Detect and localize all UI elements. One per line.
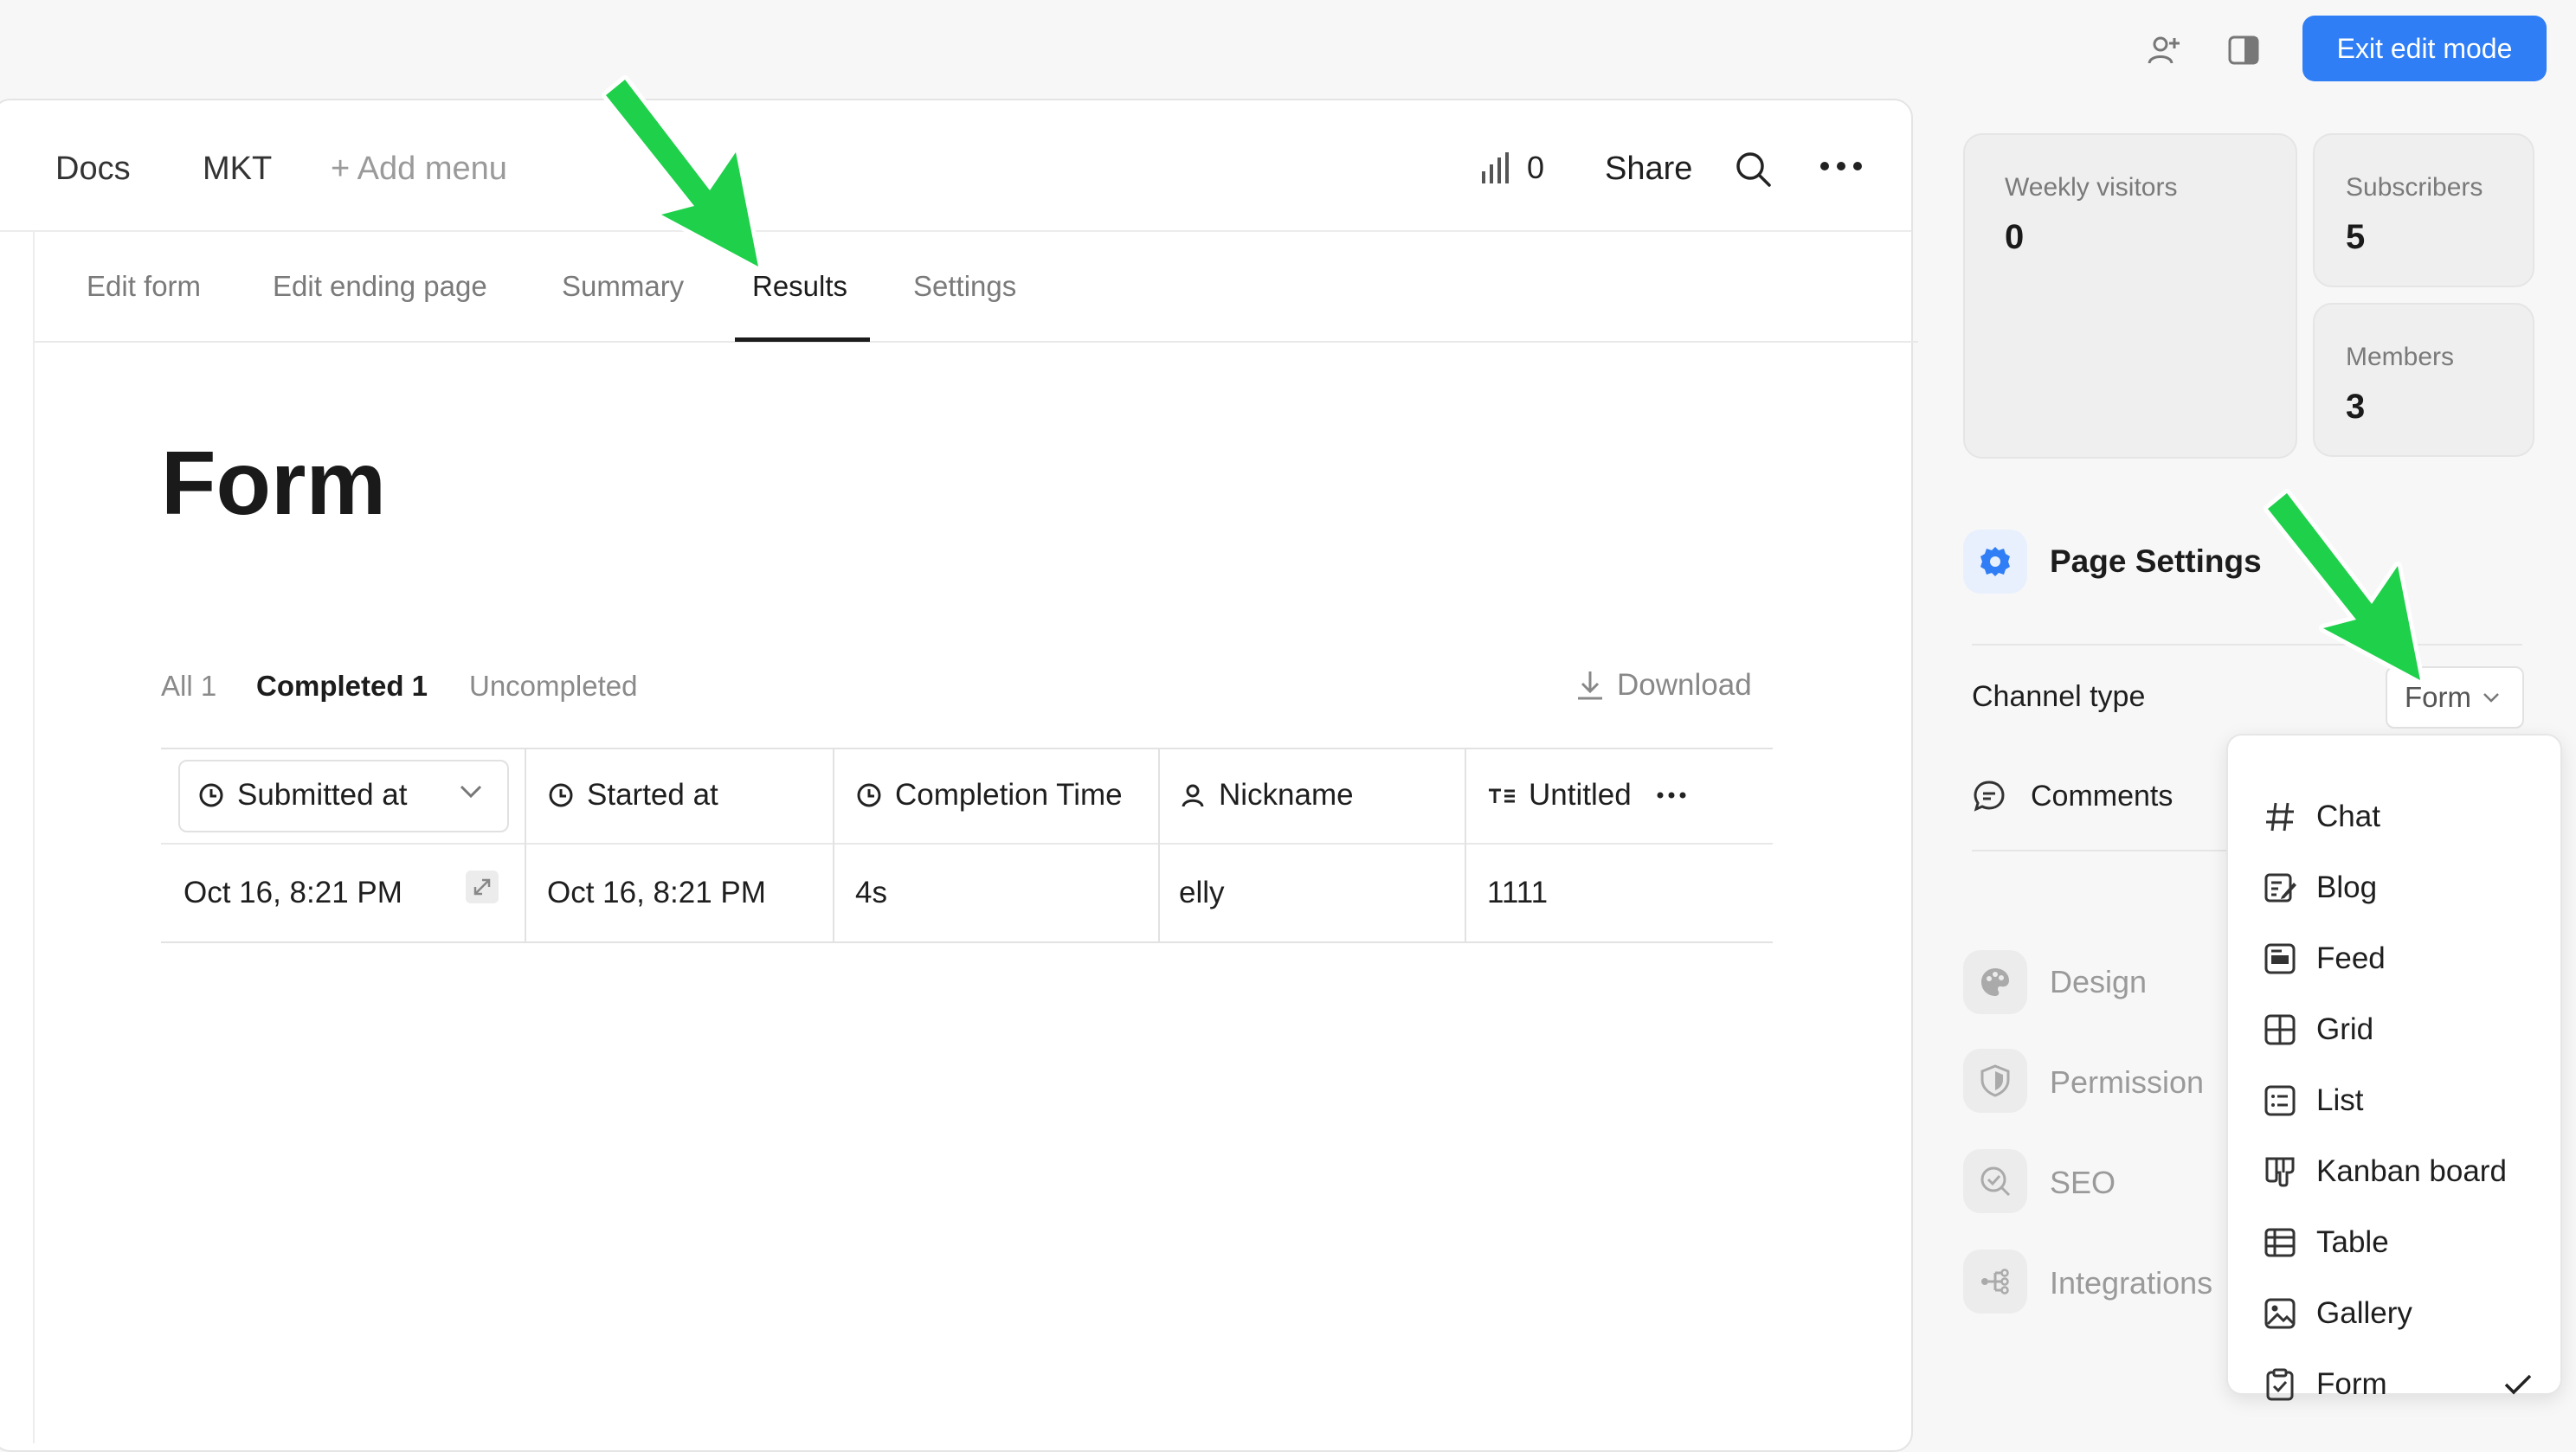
search-check-icon	[1980, 1166, 2011, 1197]
column-header-untitled[interactable]: Untitled	[1487, 748, 1632, 843]
content-divider	[33, 232, 35, 1443]
column-header-submitted-at[interactable]: Submitted at	[197, 748, 408, 843]
seo-icon-box[interactable]	[1963, 1149, 2027, 1213]
channel-type-label: Channel type	[1972, 680, 2146, 713]
feed-icon	[2264, 943, 2296, 974]
sidebar-item-design[interactable]: Design	[2050, 964, 2147, 1000]
search-button[interactable]	[1733, 149, 1773, 189]
expand-row-icon[interactable]	[466, 871, 499, 903]
bar-chart-icon	[1482, 152, 1509, 183]
annotation-arrow-channel-type	[2264, 489, 2425, 682]
views-count: 0	[1527, 150, 1545, 185]
image-icon	[2264, 1298, 2296, 1329]
page-settings-icon-box	[1963, 530, 2027, 594]
clock-icon	[857, 783, 881, 807]
views-counter[interactable]: 0	[1478, 149, 1544, 187]
annotation-arrow-results	[602, 75, 763, 268]
weekly-visitors-card: Weekly visitors 0	[1963, 133, 2297, 459]
tab-edit-form[interactable]: Edit form	[87, 270, 201, 303]
nav-item-mkt[interactable]: MKT	[203, 151, 272, 188]
comments-label: Comments	[2031, 779, 2174, 813]
column-more-icon[interactable]	[1657, 791, 1686, 800]
exit-edit-mode-button[interactable]: Exit edit mode	[2302, 16, 2547, 81]
subscribers-card: Subscribers 5	[2313, 133, 2534, 287]
blog-icon	[2264, 873, 2296, 903]
sidebar-item-integrations[interactable]: Integrations	[2050, 1265, 2212, 1301]
page-header: Docs MKT + Add menu 0 Share	[0, 100, 1911, 232]
sidebar-toggle-icon	[2228, 35, 2259, 65]
download-icon	[1578, 671, 1602, 700]
form-tabs: Edit form Edit ending page Summary Resul…	[35, 232, 1918, 343]
channel-type-option-table[interactable]: Table	[2228, 1208, 2560, 1277]
shield-icon	[1980, 1064, 2010, 1097]
design-icon-box[interactable]	[1963, 950, 2027, 1014]
add-menu-button[interactable]: + Add menu	[331, 151, 507, 188]
comments-row[interactable]: Comments	[1972, 779, 2173, 813]
channel-type-option-grid[interactable]: Grid	[2228, 995, 2560, 1064]
palette-icon	[1981, 968, 2009, 996]
grid-icon	[2264, 1014, 2296, 1045]
permission-icon-box[interactable]	[1963, 1049, 2027, 1113]
active-tab-indicator	[735, 337, 870, 342]
toggle-sidebar-button[interactable]	[2223, 29, 2264, 71]
search-icon	[1736, 152, 1771, 187]
more-horizontal-icon	[1820, 162, 1862, 170]
list-icon	[2264, 1085, 2296, 1116]
channel-type-option-blog[interactable]: Blog	[2228, 853, 2560, 922]
filter-completed[interactable]: Completed 1	[256, 670, 428, 703]
filter-uncompleted[interactable]: Uncompleted	[469, 670, 637, 703]
invite-user-button[interactable]	[2143, 29, 2185, 71]
nav-item-docs[interactable]: Docs	[55, 151, 131, 188]
tab-settings[interactable]: Settings	[913, 270, 1016, 303]
filter-all[interactable]: All 1	[161, 670, 216, 703]
page-settings-title: Page Settings	[2050, 543, 2262, 579]
cell-nickname: elly	[1179, 876, 1225, 909]
page-title: Form	[161, 434, 386, 534]
tab-edit-ending-page[interactable]: Edit ending page	[273, 270, 487, 303]
channel-type-option-chat[interactable]: Chat	[2228, 782, 2560, 851]
channel-type-dropdown: Chat Blog Feed Grid List Kanban board Ta…	[2226, 734, 2562, 1401]
column-header-nickname[interactable]: Nickname	[1179, 748, 1354, 843]
download-label: Download	[1617, 668, 1752, 702]
channel-type-option-form[interactable]: Form	[2228, 1350, 2560, 1419]
clock-icon	[549, 783, 573, 807]
gear-icon	[1980, 547, 2010, 576]
cell-completion-time: 4s	[855, 876, 887, 909]
column-header-started-at[interactable]: Started at	[547, 748, 718, 843]
integrations-icon-box[interactable]	[1963, 1250, 2027, 1314]
column-header-completion-time[interactable]: Completion Time	[855, 748, 1123, 843]
tab-summary[interactable]: Summary	[562, 270, 684, 303]
chevron-down-icon	[2483, 693, 2499, 703]
sidebar-item-permission[interactable]: Permission	[2050, 1064, 2204, 1101]
share-button[interactable]: Share	[1605, 151, 1692, 188]
integrations-icon	[1981, 1269, 2009, 1295]
sidebar-item-seo[interactable]: SEO	[2050, 1165, 2116, 1201]
download-button[interactable]: Download	[1575, 668, 1752, 703]
channel-type-option-gallery[interactable]: Gallery	[2228, 1279, 2560, 1348]
table-icon	[2264, 1228, 2296, 1257]
add-user-icon	[2148, 36, 2180, 64]
more-options-button[interactable]	[1819, 159, 1863, 173]
kanban-icon	[2265, 1157, 2295, 1187]
comment-icon	[1974, 781, 2005, 812]
channel-type-option-kanban-board[interactable]: Kanban board	[2228, 1137, 2560, 1206]
comments-divider	[1972, 850, 2231, 851]
channel-type-option-list[interactable]: List	[2228, 1066, 2560, 1135]
channel-type-option-feed[interactable]: Feed	[2228, 924, 2560, 993]
checkmark-icon	[2504, 1374, 2532, 1395]
cell-untitled: 1111	[1487, 876, 1549, 909]
tab-results[interactable]: Results	[752, 270, 847, 303]
clock-icon	[199, 783, 223, 807]
cell-submitted-at: Oct 16, 8:21 PM	[184, 876, 402, 909]
cell-started-at: Oct 16, 8:21 PM	[547, 876, 766, 909]
members-card: Members 3	[2313, 303, 2534, 457]
chevron-down-icon[interactable]	[459, 784, 483, 800]
person-icon	[1182, 784, 1204, 807]
text-field-icon	[1489, 788, 1515, 803]
hash-icon	[2266, 802, 2294, 832]
clipboard-check-icon	[2266, 1368, 2294, 1401]
